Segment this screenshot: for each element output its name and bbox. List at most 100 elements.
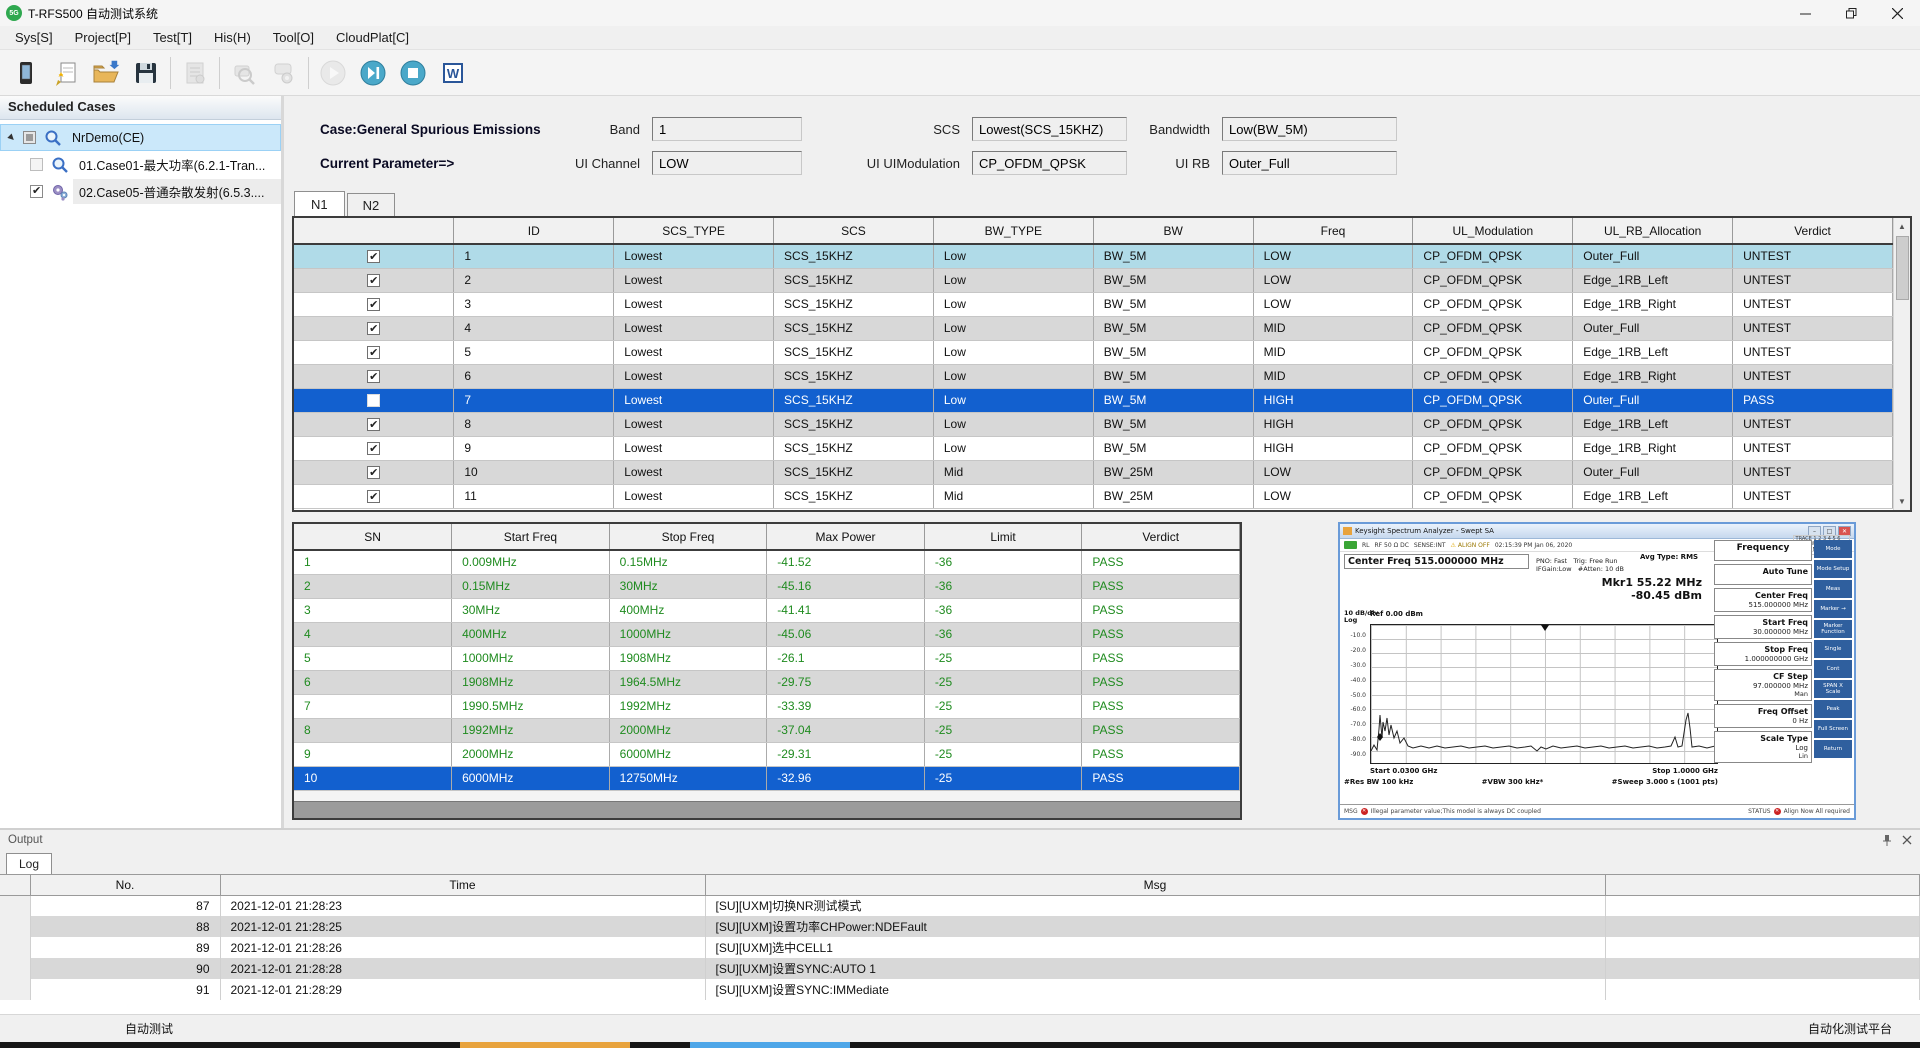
row-checkbox[interactable]: ✔	[367, 298, 380, 311]
column-header[interactable]: Stop Freq	[609, 524, 767, 550]
table-row[interactable]: ✔1LowestSCS_15KHZLowBW_5MLOWCP_OFDM_QPSK…	[294, 244, 1893, 268]
side-button[interactable]: Peak	[1814, 700, 1852, 718]
tab-n2[interactable]: N2	[347, 193, 396, 216]
column-header[interactable]: UL_Modulation	[1413, 218, 1573, 244]
row-checkbox[interactable]	[367, 394, 380, 407]
column-header[interactable]: Verdict	[1733, 218, 1893, 244]
column-header[interactable]: Limit	[924, 524, 1082, 550]
row-checkbox[interactable]: ✔	[367, 466, 380, 479]
column-header[interactable]: SCS_TYPE	[614, 218, 774, 244]
scs-field[interactable]: Lowest(SCS_15KHZ)	[972, 117, 1127, 141]
capture-button[interactable]	[224, 53, 264, 93]
table-row[interactable]: 330MHz400MHz-41.41-36PASS	[294, 598, 1240, 622]
vertical-scrollbar[interactable]: ▲ ▼	[1893, 218, 1910, 510]
softkey-button[interactable]: Auto Tune	[1714, 564, 1812, 585]
ui-rb-field[interactable]: Outer_Full	[1222, 151, 1397, 175]
row-checkbox[interactable]: ✔	[367, 322, 380, 335]
column-header[interactable]: Start Freq	[452, 524, 610, 550]
side-button[interactable]: Single	[1814, 640, 1852, 658]
restore-icon[interactable]	[1828, 0, 1874, 26]
table-row[interactable]: ✔3LowestSCS_15KHZLowBW_5MLOWCP_OFDM_QPSK…	[294, 292, 1893, 316]
close-icon[interactable]	[1874, 0, 1920, 26]
scrollbar-thumb[interactable]	[1896, 236, 1909, 300]
row-checkbox[interactable]: ✔	[367, 250, 380, 263]
column-header[interactable]: Max Power	[767, 524, 925, 550]
save-button[interactable]	[126, 53, 166, 93]
bandwidth-field[interactable]: Low(BW_5M)	[1222, 117, 1397, 141]
device-button[interactable]	[6, 53, 46, 93]
column-header[interactable]: ID	[454, 218, 614, 244]
menu-item[interactable]: Test[T]	[142, 30, 203, 45]
word-export-button[interactable]: W	[433, 53, 473, 93]
column-header[interactable]: Verdict	[1082, 524, 1240, 550]
table-row[interactable]: ✔9LowestSCS_15KHZLowBW_5MHIGHCP_OFDM_QPS…	[294, 436, 1893, 460]
table-row[interactable]: 106000MHz12750MHz-32.96-25PASS	[294, 766, 1240, 790]
side-button[interactable]: Return	[1814, 740, 1852, 758]
column-header[interactable]: UL_RB_Allocation	[1573, 218, 1733, 244]
row-checkbox[interactable]: ✔	[367, 274, 380, 287]
column-header[interactable]: BW	[1093, 218, 1253, 244]
tab-log[interactable]: Log	[6, 853, 52, 874]
softkey-button[interactable]: Start Freq30.000000 MHz	[1714, 615, 1812, 639]
softkey-button[interactable]: Scale TypeLogLin	[1714, 731, 1812, 763]
side-button[interactable]: Full Screen	[1814, 720, 1852, 738]
report-button[interactable]	[175, 53, 215, 93]
band-field[interactable]: 1	[652, 117, 802, 141]
tree-item-case01[interactable]: 01.Case01-最大功率(6.2.1-Tran...	[0, 151, 281, 178]
column-header[interactable]: SCS	[774, 218, 934, 244]
ui-modulation-field[interactable]: CP_OFDM_QPSK	[972, 151, 1127, 175]
column-header[interactable]: SN	[294, 524, 452, 550]
row-checkbox[interactable]: ✔	[367, 418, 380, 431]
softkey-button[interactable]: Frequency	[1714, 540, 1812, 561]
side-button[interactable]: Mode	[1814, 540, 1852, 558]
run-button[interactable]	[313, 53, 353, 93]
column-header[interactable]: BW_TYPE	[933, 218, 1093, 244]
side-button[interactable]: Meas	[1814, 580, 1852, 598]
tree-checkbox[interactable]	[30, 185, 43, 198]
side-button[interactable]: Marker →	[1814, 600, 1852, 618]
menu-item[interactable]: Sys[S]	[4, 30, 64, 45]
table-row[interactable]: ✔4LowestSCS_15KHZLowBW_5MMIDCP_OFDM_QPSK…	[294, 316, 1893, 340]
softkey-button[interactable]: Center Freq515.000000 MHz	[1714, 588, 1812, 612]
menu-item[interactable]: His(H)	[203, 30, 262, 45]
table-row[interactable]: ✔8LowestSCS_15KHZLowBW_5MHIGHCP_OFDM_QPS…	[294, 412, 1893, 436]
row-checkbox[interactable]: ✔	[367, 442, 380, 455]
tree-item-root[interactable]: ▶ NrDemo(CE)	[0, 124, 281, 151]
row-checkbox[interactable]: ✔	[367, 346, 380, 359]
table-row[interactable]: 51000MHz1908MHz-26.1-25PASS	[294, 646, 1240, 670]
row-checkbox[interactable]: ✔	[367, 490, 380, 503]
table-row[interactable]: 4400MHz1000MHz-45.06-36PASS	[294, 622, 1240, 646]
tree-checkbox[interactable]	[30, 158, 43, 171]
column-header[interactable]: Time	[220, 875, 705, 895]
tree-checkbox[interactable]	[23, 131, 36, 144]
table-row[interactable]: 81992MHz2000MHz-37.04-25PASS	[294, 718, 1240, 742]
result-scrollbar[interactable]	[294, 801, 1240, 818]
table-row[interactable]: 10.009MHz0.15MHz-41.52-36PASS	[294, 550, 1240, 574]
table-row[interactable]: 872021-12-01 21:28:23[SU][UXM]切换NR测试模式	[0, 895, 1920, 916]
open-button[interactable]	[86, 53, 126, 93]
softkey-button[interactable]: Stop Freq1.000000000 GHz	[1714, 642, 1812, 666]
column-header[interactable]: No.	[30, 875, 220, 895]
table-row[interactable]: 912021-12-01 21:28:29[SU][UXM]设置SYNC:IMM…	[0, 979, 1920, 1000]
checkbox-column-header[interactable]	[294, 218, 454, 244]
table-row[interactable]: 61908MHz1964.5MHz-29.75-25PASS	[294, 670, 1240, 694]
config-button[interactable]	[264, 53, 304, 93]
stop-button[interactable]	[393, 53, 433, 93]
side-button[interactable]: Cont	[1814, 660, 1852, 678]
scroll-up-icon[interactable]: ▲	[1894, 218, 1910, 235]
close-icon[interactable]	[1902, 835, 1912, 845]
table-row[interactable]: ✔5LowestSCS_15KHZLowBW_5MMIDCP_OFDM_QPSK…	[294, 340, 1893, 364]
side-button[interactable]: Mode Setup	[1814, 560, 1852, 578]
pin-icon[interactable]	[1882, 834, 1892, 846]
table-row[interactable]: ✔10LowestSCS_15KHZMidBW_25MLOWCP_OFDM_QP…	[294, 460, 1893, 484]
table-row[interactable]: 92000MHz6000MHz-29.31-25PASS	[294, 742, 1240, 766]
scroll-down-icon[interactable]: ▼	[1894, 493, 1910, 510]
softkey-button[interactable]: Freq Offset0 Hz	[1714, 704, 1812, 728]
tab-n1[interactable]: N1	[294, 191, 345, 216]
tree-item-case05[interactable]: 02.Case05-普通杂散发射(6.5.3....	[0, 178, 281, 205]
side-button[interactable]: SPAN X Scale	[1814, 680, 1852, 698]
table-row[interactable]: ✔11LowestSCS_15KHZMidBW_25MLOWCP_OFDM_QP…	[294, 484, 1893, 508]
run-pause-button[interactable]	[353, 53, 393, 93]
menu-item[interactable]: CloudPlat[C]	[325, 30, 420, 45]
table-row[interactable]: 20.15MHz30MHz-45.16-36PASS	[294, 574, 1240, 598]
